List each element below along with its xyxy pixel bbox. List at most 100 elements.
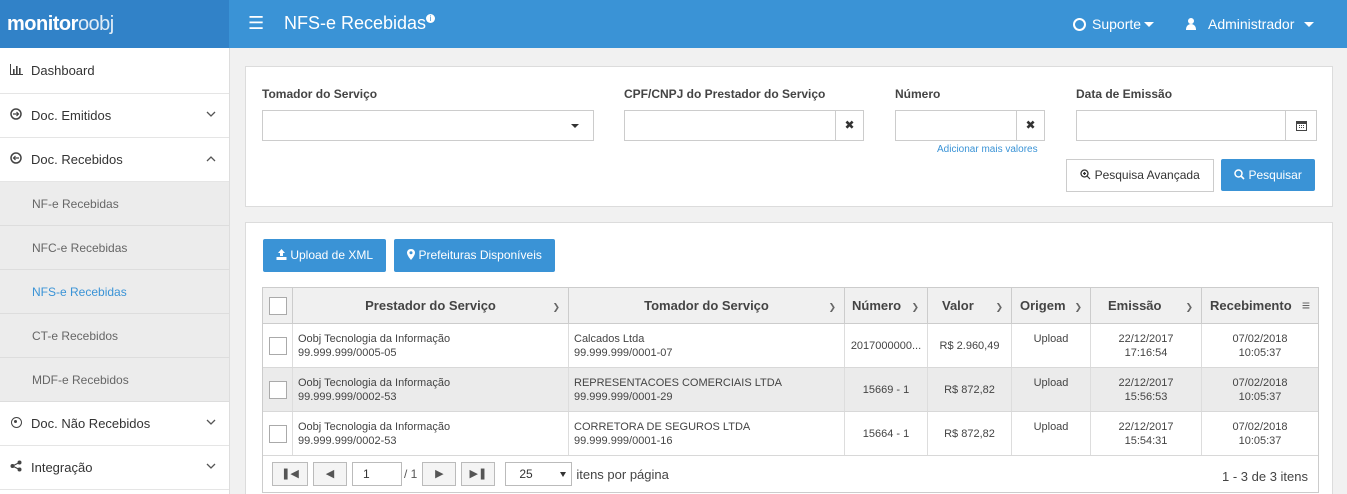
pagination-bar: ❚◀ ◀ 1 / 1 ▶ ▶❚ 25 itens por página 1 - … (263, 456, 1318, 492)
prev-page-icon[interactable]: ◀ (313, 462, 347, 486)
pagination-summary: 1 - 3 de 3 itens (1222, 469, 1308, 484)
first-page-icon[interactable]: ❚◀ (272, 462, 308, 486)
upload-icon (276, 248, 287, 262)
dot-circle-icon (9, 416, 23, 431)
advanced-search-button[interactable]: Pesquisa Avançada (1066, 159, 1214, 192)
sidebar-item-label: Integração (31, 460, 93, 475)
prefeituras-button[interactable]: Prefeituras Disponíveis (394, 239, 555, 272)
sidebar-subitem-nfe[interactable]: NF-e Recebidas (0, 182, 229, 226)
cell-recebimento: 07/02/2018 10:05:37 (1232, 333, 1288, 359)
cell-prestador: Oobj Tecnologia da Informação 99.999.999/… (293, 368, 569, 411)
support-menu[interactable]: Suporte (1073, 16, 1155, 32)
results-panel: Upload de XML Prefeituras Disponíveis Pr… (245, 222, 1333, 494)
table-row[interactable]: Oobj Tecnologia da Informação 99.999.999/… (263, 412, 1318, 456)
sidebar-item-doc-emitidos[interactable]: Doc. Emitidos (0, 94, 229, 138)
menu-toggle-icon[interactable]: ☰ (248, 13, 264, 33)
numero-input[interactable] (895, 110, 1018, 141)
col-prestador[interactable]: Prestador do Serviço ❯ (293, 288, 569, 323)
columns-menu-icon[interactable]: ≡ (1302, 297, 1310, 313)
chevron-down-icon[interactable]: ❯ (911, 302, 919, 313)
sidebar-subitem-mdfe[interactable]: MDF-e Recebidos (0, 358, 229, 402)
select-all-checkbox-cell (263, 288, 293, 323)
sidebar-subitem-nfse[interactable]: NFS-e Recebidas (0, 270, 229, 314)
row-checkbox-cell (263, 324, 293, 367)
page-input[interactable]: 1 (352, 462, 402, 486)
cell-origem: Upload (1012, 324, 1091, 367)
chevron-down-icon[interactable]: ❯ (995, 302, 1003, 313)
page-title: NFS-e Recebidas i (284, 13, 436, 34)
cell-numero: 15669 - 1 (845, 368, 928, 411)
sidebar-item-doc-recebidos[interactable]: Doc. Recebidos (0, 138, 229, 182)
caret-down-icon (1304, 22, 1315, 27)
row-checkbox-cell (263, 368, 293, 411)
sidebar-item-dashboard[interactable]: Dashboard (0, 48, 229, 94)
sidebar-item-label: Dashboard (31, 63, 95, 78)
caret-down-icon (560, 472, 567, 477)
row-checkbox[interactable] (268, 424, 287, 443)
map-marker-icon (407, 248, 416, 262)
arrow-circle-right-icon (9, 108, 23, 123)
sidebar-item-doc-nao-recebidos[interactable]: Doc. Não Recebidos (0, 402, 229, 446)
page-size-select[interactable]: 25 (505, 462, 573, 486)
user-menu[interactable]: Administrador (1186, 16, 1315, 32)
clear-cpf-icon[interactable]: ✖ (835, 110, 864, 141)
cpf-cnpj-input[interactable] (624, 110, 837, 141)
row-checkbox-cell (263, 412, 293, 455)
sidebar-item-integracao[interactable]: Integração (0, 446, 229, 490)
sidebar-subitem-nfce[interactable]: NFC-e Recebidas (0, 226, 229, 270)
cell-emissao: 22/12/2017 15:54:31 (1091, 412, 1202, 455)
col-numero[interactable]: Número ❯ (845, 288, 928, 323)
caret-down-icon (1144, 22, 1155, 27)
cell-origem: Upload (1012, 368, 1091, 411)
cpf-cnpj-label: CPF/CNPJ do Prestador do Serviço (624, 87, 826, 101)
info-icon[interactable]: i (426, 14, 436, 23)
tomador-label: Tomador do Serviço (262, 87, 378, 101)
chevron-down-icon[interactable]: ❯ (828, 302, 836, 313)
lifebuoy-icon (1073, 18, 1086, 31)
cell-prestador: Oobj Tecnologia da Informação 99.999.999/… (293, 412, 569, 455)
calendar-icon[interactable] (1285, 110, 1317, 141)
col-recebimento[interactable]: Recebimento ≡ (1202, 288, 1318, 323)
search-icon (1234, 168, 1245, 182)
chevron-down-icon[interactable]: ❯ (552, 302, 560, 313)
per-page-label: itens por página (576, 466, 669, 482)
col-emissao[interactable]: Emissão ❯ (1091, 288, 1202, 323)
add-more-values-link[interactable]: Adicionar mais valores (937, 144, 1038, 155)
cell-valor: R$ 872,82 (928, 368, 1012, 411)
data-emissao-input[interactable] (1076, 110, 1287, 141)
last-page-icon[interactable]: ▶❚ (461, 462, 496, 486)
cell-origem: Upload (1012, 412, 1091, 455)
select-all-checkbox[interactable] (268, 296, 287, 315)
data-emissao-label: Data de Emissão (1076, 87, 1173, 101)
sidebar: Dashboard Doc. Emitidos Doc. Recebidos N… (0, 48, 230, 494)
app-logo[interactable]: monitoroobj (0, 0, 229, 48)
numero-label: Número (895, 87, 941, 101)
zoom-in-icon (1080, 168, 1091, 182)
cell-valor: R$ 872,82 (928, 412, 1012, 455)
col-origem[interactable]: Origem ❯ (1012, 288, 1091, 323)
share-icon (9, 460, 23, 475)
tomador-select[interactable] (262, 110, 594, 141)
row-checkbox[interactable] (268, 380, 287, 399)
caret-down-icon (571, 124, 579, 128)
cell-prestador: Oobj Tecnologia da Informação 99.999.999/… (293, 324, 569, 367)
col-tomador[interactable]: Tomador do Serviço ❯ (569, 288, 845, 323)
clear-numero-icon[interactable]: ✖ (1016, 110, 1045, 141)
search-button[interactable]: Pesquisar (1221, 159, 1315, 191)
upload-xml-button[interactable]: Upload de XML (263, 239, 386, 272)
table-header: Prestador do Serviço ❯ Tomador do Serviço… (263, 288, 1318, 324)
chevron-down-icon[interactable]: ❯ (1185, 302, 1193, 313)
table-row[interactable]: Oobj Tecnologia da Informação 99.999.999/… (263, 324, 1318, 368)
cell-emissao: 22/12/2017 15:56:53 (1091, 368, 1202, 411)
row-checkbox[interactable] (268, 336, 287, 355)
filter-panel: Tomador do Serviço CPF/CNPJ do Prestador… (245, 66, 1333, 207)
cell-numero: 15664 - 1 (845, 412, 928, 455)
arrow-circle-left-icon (9, 152, 23, 167)
chevron-down-icon[interactable]: ❯ (1074, 302, 1082, 313)
table-row[interactable]: Oobj Tecnologia da Informação 99.999.999/… (263, 368, 1318, 412)
col-valor[interactable]: Valor ❯ (928, 288, 1012, 323)
next-page-icon[interactable]: ▶ (422, 462, 457, 486)
sidebar-subitem-cte[interactable]: CT-e Recebidos (0, 314, 229, 358)
cell-recebimento: 07/02/2018 10:05:37 (1232, 421, 1288, 447)
chevron-up-icon (206, 153, 216, 165)
